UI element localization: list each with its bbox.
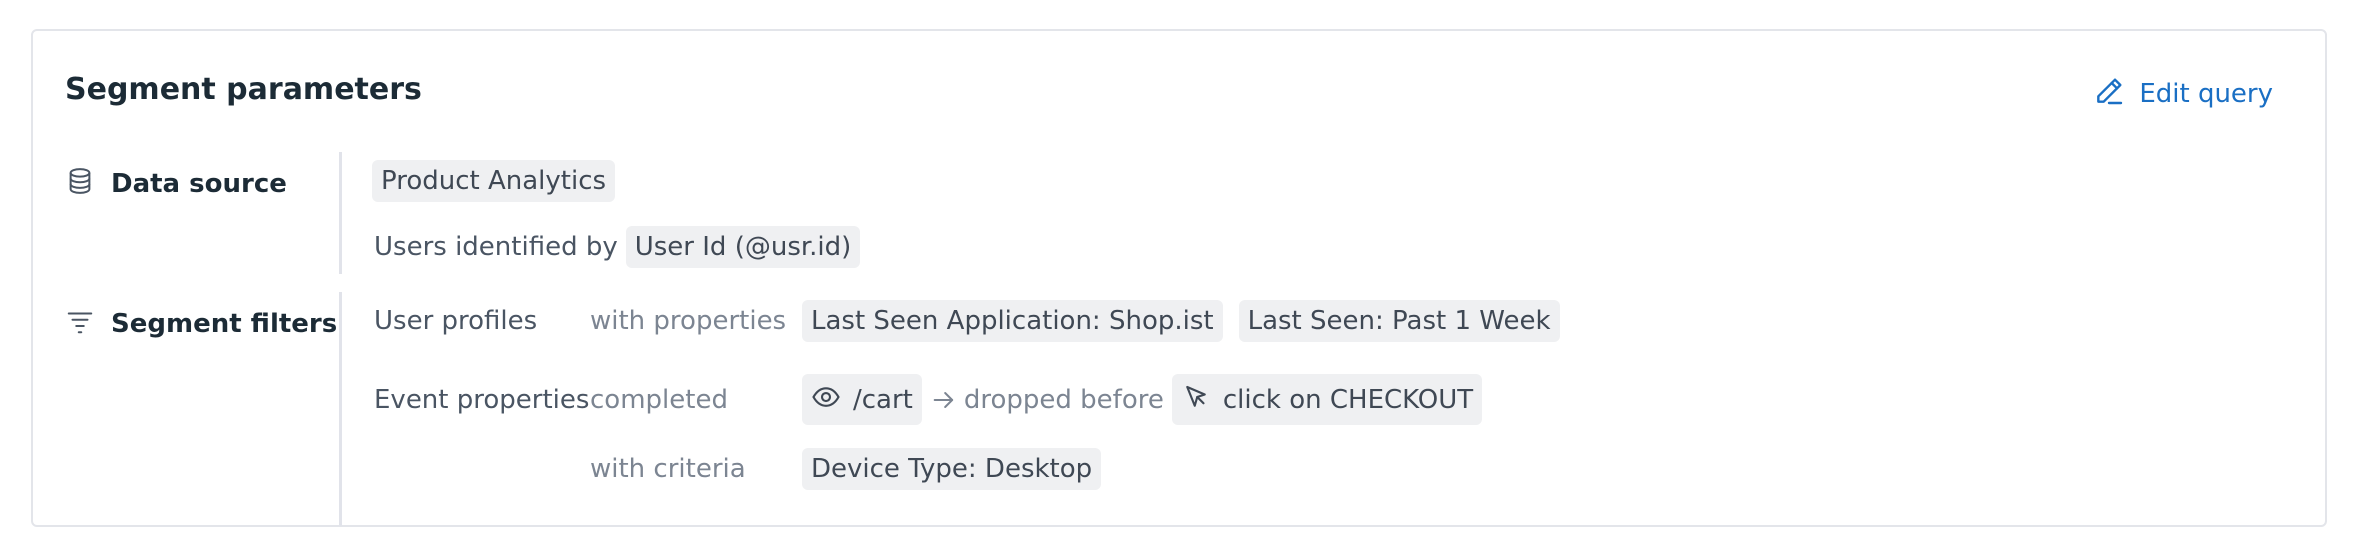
pencil-icon: [2093, 75, 2125, 112]
source-chip: Product Analytics: [372, 160, 616, 202]
data-source-heading: Data source: [65, 166, 287, 201]
identified-by-row: Users identified by User Id (@usr.id): [374, 226, 861, 268]
data-source-row: Product Analytics: [372, 160, 616, 202]
event-properties-row: Event properties completed /cart dropped…: [374, 374, 1483, 425]
view-chip: /cart: [802, 374, 922, 425]
user-profiles-row: User profiles with properties Last Seen …: [374, 300, 1560, 342]
segment-filters-heading: Segment filters: [65, 306, 337, 341]
action-chip: click on CHECKOUT: [1171, 374, 1483, 425]
event-properties-label: Event properties: [374, 384, 590, 415]
arrow-right-icon: [930, 386, 958, 414]
criteria-row: with criteria Device Type: Desktop: [590, 448, 1102, 490]
data-source-divider: [339, 152, 342, 274]
identified-by-label: Users identified by: [374, 232, 618, 262]
card-title: Segment parameters: [65, 72, 422, 107]
connector-label: dropped before: [963, 384, 1164, 415]
edit-query-label: Edit query: [2139, 78, 2273, 109]
cursor-icon: [1181, 382, 1211, 417]
view-chip-label: /cart: [853, 384, 913, 415]
user-profile-chip: Last Seen Application: Shop.ist: [802, 300, 1223, 342]
segment-filters-divider: [339, 292, 342, 526]
database-icon: [65, 166, 95, 201]
user-profile-chip: Last Seen: Past 1 Week: [1238, 300, 1560, 342]
segment-filters-label: Segment filters: [111, 308, 338, 339]
edit-query-button[interactable]: Edit query: [2093, 75, 2273, 112]
data-source-label: Data source: [111, 168, 287, 199]
segment-parameters-card: Segment parameters Edit query Data sourc…: [31, 29, 2327, 527]
criteria-qualifier: with criteria: [590, 454, 746, 484]
criteria-chip: Device Type: Desktop: [802, 448, 1102, 490]
event-properties-qualifier: completed: [590, 384, 728, 415]
user-profiles-qualifier: with properties: [590, 306, 787, 336]
eye-icon: [811, 382, 841, 417]
identifier-chip: User Id (@usr.id): [625, 226, 861, 268]
action-chip-label: click on CHECKOUT: [1222, 384, 1474, 415]
user-profiles-label: User profiles: [374, 306, 538, 336]
filter-icon: [65, 306, 95, 341]
